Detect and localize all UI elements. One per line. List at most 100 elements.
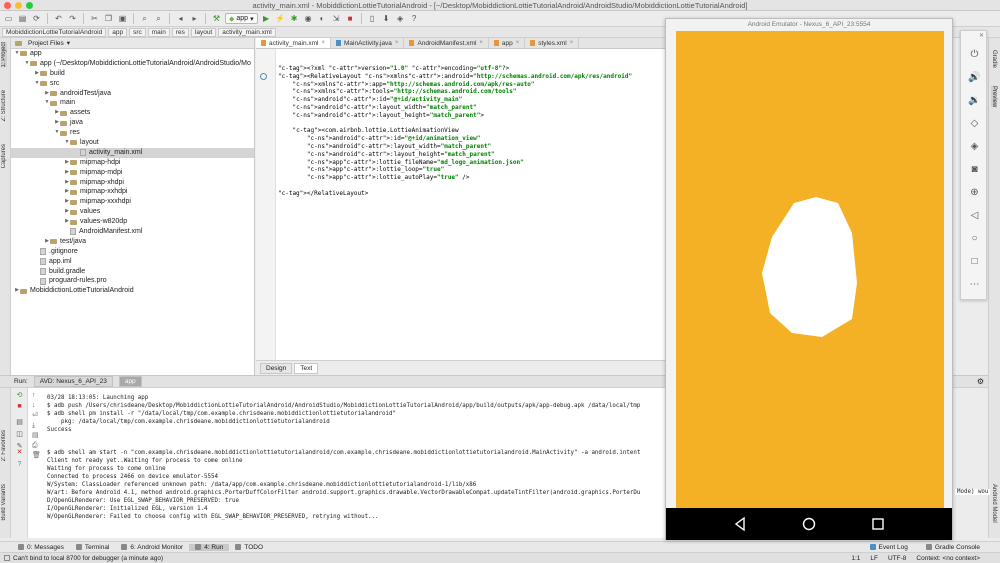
copy-icon[interactable]: ❐: [103, 13, 114, 24]
bottom-tab[interactable]: 0: Messages: [12, 544, 70, 551]
paste-icon[interactable]: ▣: [117, 13, 128, 24]
stop-icon[interactable]: ■: [345, 13, 356, 24]
cut-icon[interactable]: ✂: [89, 13, 100, 24]
profile-icon[interactable]: ◉: [303, 13, 314, 24]
gear-icon[interactable]: ⚙: [977, 377, 984, 386]
more-icon[interactable]: ⋯: [967, 277, 982, 292]
breadcrumb-item[interactable]: main: [147, 27, 170, 37]
breadcrumb-item[interactable]: src: [129, 27, 146, 37]
help-icon[interactable]: ?: [15, 461, 24, 469]
run-tab-app[interactable]: app: [118, 376, 142, 387]
close-tab-icon[interactable]: ×: [479, 40, 483, 46]
tab-android-model[interactable]: Android Model: [991, 484, 997, 523]
tree-item[interactable]: ▼ main: [11, 98, 254, 108]
tree-item[interactable]: ▼ app: [11, 49, 254, 59]
editor-tab[interactable]: MainActivity.java ×: [331, 38, 405, 48]
close-tab-icon[interactable]: ×: [570, 40, 574, 46]
tree-item[interactable]: AndroidManifest.xml: [11, 227, 254, 237]
home-button[interactable]: [801, 516, 817, 532]
zoom-icon[interactable]: ⊕: [967, 185, 982, 200]
tree-item[interactable]: ▶ mipmap-xxhdpi: [11, 187, 254, 197]
tab-design[interactable]: Design: [260, 362, 293, 374]
tree-item[interactable]: build.gradle: [11, 267, 254, 277]
close-tab-icon[interactable]: ×: [395, 40, 399, 46]
undo-icon[interactable]: ↶: [53, 13, 64, 24]
make-project-icon[interactable]: ⚒: [211, 13, 222, 24]
file-encoding[interactable]: UTF-8: [888, 555, 906, 562]
bottom-tab[interactable]: 4: Run: [189, 543, 230, 551]
tab-favorites[interactable]: 2: Favorites: [1, 430, 7, 461]
tab-event-log[interactable]: Event Log: [864, 544, 914, 551]
close-tab-icon[interactable]: ×: [516, 40, 520, 46]
tree-item[interactable]: ▼ app (~/Desktop/MobiddictionLottieTutori…: [11, 59, 254, 69]
replace-icon[interactable]: ⌕: [153, 13, 164, 24]
tree-item[interactable]: app.iml: [11, 257, 254, 267]
close-icon[interactable]: ✕: [979, 32, 984, 39]
tab-gradle[interactable]: Gradle: [991, 50, 997, 68]
status-square-icon[interactable]: [4, 555, 10, 561]
tree-item[interactable]: ▶ mipmap-mdpi: [11, 168, 254, 178]
find-icon[interactable]: ⌕: [139, 13, 150, 24]
screenshot-icon[interactable]: ◫: [15, 430, 24, 438]
back-nav-icon[interactable]: ◂: [175, 13, 186, 24]
code-text[interactable]: "c-tag"><?xml "c-attr">version="1.0" "c-…: [278, 65, 632, 198]
avd-manager-icon[interactable]: ▯: [367, 13, 378, 24]
tab-captures[interactable]: Captures: [1, 144, 7, 168]
tree-item[interactable]: proguard-rules.pro: [11, 276, 254, 286]
project-view-select[interactable]: Project Files: [28, 40, 64, 47]
breadcrumb-item[interactable]: activity_main.xml: [218, 27, 276, 37]
debug-icon[interactable]: ✱: [289, 13, 300, 24]
volume-down-icon[interactable]: 🔉: [967, 93, 982, 108]
class-marker-icon[interactable]: [260, 73, 267, 80]
phone-screen[interactable]: [676, 31, 944, 508]
line-separator[interactable]: LF: [870, 555, 878, 562]
apply-changes-icon[interactable]: ⚡: [275, 13, 286, 24]
bottom-tab[interactable]: 6: Android Monitor: [115, 544, 189, 551]
tree-item[interactable]: ▼ layout: [11, 138, 254, 148]
tree-item[interactable]: ▶ mipmap-xhdpi: [11, 178, 254, 188]
caret-position[interactable]: 1:1: [851, 555, 860, 562]
back-button[interactable]: [732, 516, 748, 532]
tree-item[interactable]: ▶ mipmap-hdpi: [11, 158, 254, 168]
breadcrumb-item[interactable]: app: [108, 27, 128, 37]
tree-item[interactable]: ▶ assets: [11, 108, 254, 118]
tree-item[interactable]: ▼ src: [11, 79, 254, 89]
tree-item[interactable]: ▶ androidTest/java: [11, 89, 254, 99]
attach-debugger-icon[interactable]: ⇲: [331, 13, 342, 24]
tab-build-variants[interactable]: Build Variants: [1, 484, 7, 521]
code-editor[interactable]: "c-tag"><?xml "c-attr">version="1.0" "c-…: [256, 49, 666, 360]
overview-icon[interactable]: □: [967, 254, 982, 269]
volume-up-icon[interactable]: 🔊: [967, 70, 982, 85]
tree-item[interactable]: .gitignore: [11, 247, 254, 257]
restore-layout-icon[interactable]: ▤: [15, 418, 24, 426]
tree-item[interactable]: ▶ test/java: [11, 237, 254, 247]
redo-icon[interactable]: ↷: [67, 13, 78, 24]
tree-item[interactable]: activity_main.xml: [11, 147, 254, 158]
power-icon[interactable]: ⏻: [967, 47, 982, 62]
camera-icon[interactable]: ◙: [967, 162, 982, 177]
tree-item[interactable]: ▶ values: [11, 207, 254, 217]
close-icon[interactable]: ✕: [15, 448, 24, 456]
tab-structure[interactable]: Z: Structure: [1, 90, 7, 121]
sdk-manager-icon[interactable]: ⬇: [381, 13, 392, 24]
tree-item[interactable]: ▼ res: [11, 128, 254, 138]
forward-nav-icon[interactable]: ▸: [189, 13, 200, 24]
save-all-icon[interactable]: ▤: [17, 13, 28, 24]
editor-tab[interactable]: activity_main.xml ×: [256, 38, 331, 48]
breadcrumb-item[interactable]: MobiddictionLottieTutorialAndroid: [2, 27, 107, 37]
close-tab-icon[interactable]: ×: [321, 40, 325, 46]
open-folder-icon[interactable]: ▭: [3, 13, 14, 24]
rerun-icon[interactable]: ⟲: [15, 391, 24, 399]
context-indicator[interactable]: Context: <no context>: [916, 555, 980, 562]
back-icon[interactable]: ◁: [967, 208, 982, 223]
help-icon[interactable]: ?: [409, 13, 420, 24]
editor-tab[interactable]: app ×: [489, 38, 526, 48]
tab-project[interactable]: 1: Project: [1, 42, 7, 68]
tree-item[interactable]: ▶ build: [11, 69, 254, 79]
bottom-tab[interactable]: TODO: [229, 544, 269, 551]
scroll-arrows[interactable]: ↑ ↓ ⏎ ⤓ ▤ ⎙ 🗑: [32, 391, 41, 461]
editor-tab[interactable]: styles.xml ×: [525, 38, 580, 48]
rotate-left-icon[interactable]: ◇: [967, 116, 982, 131]
stop-icon[interactable]: ■: [15, 403, 24, 411]
breadcrumb-item[interactable]: layout: [190, 27, 217, 37]
